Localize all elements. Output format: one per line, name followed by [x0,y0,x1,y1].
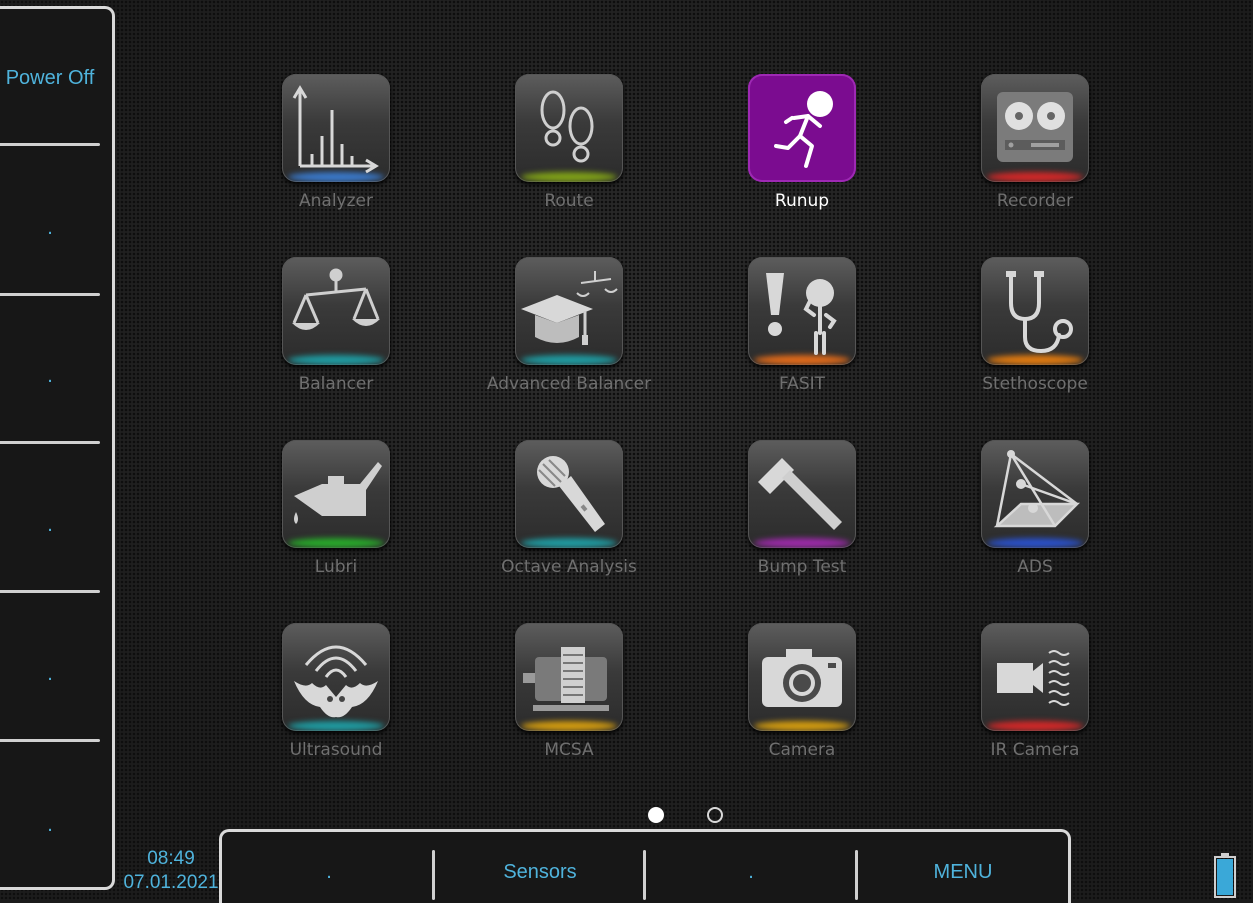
tape-recorder-icon [981,74,1089,182]
app-label: Camera [768,740,836,760]
app-tile-fasit[interactable]: FASIT [692,257,912,394]
app-tile-ads[interactable]: ADS [925,440,1145,577]
camera-icon [748,623,856,731]
app-tile-ir-camera[interactable]: IR Camera [925,623,1145,760]
left-softkey-2[interactable]: . [0,198,100,258]
app-tile-bump-test[interactable]: Bump Test [692,440,912,577]
app-label: Ultrasound [289,740,383,760]
softkey-divider [0,739,100,742]
app-label: IR Camera [990,740,1080,760]
app-label: Analyzer [299,191,373,211]
spectrum-chart-icon [282,74,390,182]
app-tile-route[interactable]: Route [459,74,679,211]
app-label: Recorder [996,191,1074,211]
date-display: 07.01.2021 [123,872,219,893]
left-softkey-panel [0,6,115,890]
app-label: Bump Test [757,557,847,577]
microphone-icon [515,440,623,548]
app-tile-octave-analysis[interactable]: Octave Analysis [459,440,679,577]
stethoscope-icon [981,257,1089,365]
app-tile-mcsa[interactable]: MCSA [459,623,679,760]
softkey-divider [0,293,100,296]
app-label: Lubri [314,557,358,577]
app-label: ADS [1017,557,1053,577]
app-tile-advanced-balancer[interactable]: Advanced Balancer [459,257,679,394]
hammer-icon [748,440,856,548]
exclamation-figure-icon [748,257,856,365]
left-softkey-3[interactable]: . [0,346,100,406]
softkey-divider [643,850,646,900]
sensors-button[interactable]: Sensors [436,850,644,894]
left-softkey-5[interactable]: . [0,644,100,704]
app-tile-balancer[interactable]: Balancer [226,257,446,394]
battery-icon [1214,853,1236,898]
time-display: 08:49 [147,848,195,869]
app-tile-lubri[interactable]: Lubri [226,440,446,577]
left-softkey-4[interactable]: . [0,495,100,555]
softkey-divider [0,143,100,146]
app-label: FASIT [778,374,826,394]
app-label: Octave Analysis [501,557,637,577]
app-label: Balancer [298,374,374,394]
softkey-divider [855,850,858,900]
app-tile-stethoscope[interactable]: Stethoscope [925,257,1145,394]
app-tile-ultrasound[interactable]: Ultrasound [226,623,446,760]
page-indicator-dot[interactable] [648,807,664,823]
app-label: Advanced Balancer [486,374,652,394]
ir-camera-icon [981,623,1089,731]
app-tile-camera[interactable]: Camera [692,623,912,760]
scales-icon [282,257,390,365]
motor-icon [515,623,623,731]
softkey-divider [0,441,100,444]
app-label: MCSA [544,740,594,760]
menu-button[interactable]: MENU [859,850,1067,894]
power-off-button[interactable]: Power Off [0,48,100,108]
bat-icon [282,623,390,731]
app-label: Stethoscope [982,374,1088,394]
softkey-divider [0,590,100,593]
app-label: Runup [774,191,830,211]
app-tile-analyzer[interactable]: Analyzer [226,74,446,211]
bottom-softkey-3[interactable]: . [647,850,855,894]
clock: 08:49 07.01.2021 [116,847,226,895]
running-man-icon [748,74,856,182]
app-tile-runup[interactable]: Runup [692,74,912,211]
pyramid-icon [981,440,1089,548]
left-softkey-6[interactable]: . [0,795,100,855]
footprints-icon [515,74,623,182]
bottom-softkey-1[interactable]: . [224,850,434,894]
softkey-divider [432,850,435,900]
oil-can-icon [282,440,390,548]
page-indicator-dot[interactable] [707,807,723,823]
app-tile-recorder[interactable]: Recorder [925,74,1145,211]
app-label: Route [544,191,594,211]
graduation-cap-scales-icon [515,257,623,365]
